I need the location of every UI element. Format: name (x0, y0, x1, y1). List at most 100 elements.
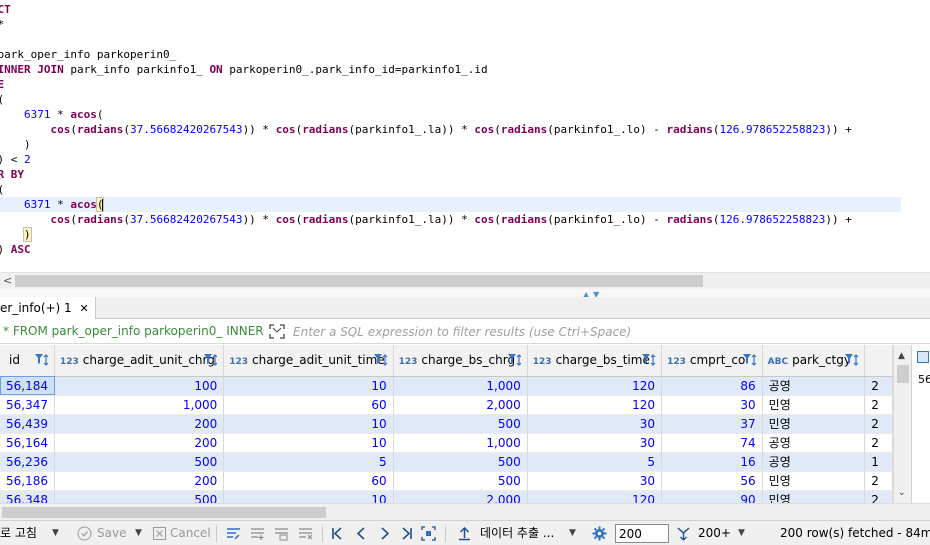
table-row[interactable]: 56,184 100 10 1,000 120 86 공영 2 (0, 376, 893, 396)
sort-filter-icon[interactable] (373, 353, 389, 367)
column-header[interactable]: 123 charge_adit_unit_time (223, 345, 394, 377)
table-cell[interactable]: 1,000 (54, 395, 225, 415)
sql-editor[interactable]: SELECT *FROM park_oper_info parkoperin0_… (0, 0, 930, 272)
sort-filter-icon[interactable] (203, 353, 219, 367)
grid-hscroll-thumb[interactable] (2, 507, 326, 518)
code-line[interactable]: ) (0, 137, 31, 152)
code-line[interactable]: ) (0, 227, 32, 242)
save-button[interactable]: Save (97, 521, 126, 545)
fetch-size-input[interactable] (615, 524, 669, 543)
add-row-icon[interactable] (250, 526, 265, 541)
sort-filter-icon[interactable] (742, 353, 758, 367)
previous-page-icon[interactable] (354, 526, 369, 541)
table-cell[interactable]: 56 (661, 471, 763, 491)
expand-filter-icon[interactable] (268, 323, 286, 340)
table-cell[interactable]: 200 (54, 414, 225, 434)
table-cell[interactable]: 90 (661, 490, 763, 503)
table-row[interactable]: 56,348 500 10 2,000 120 90 민영 2 (0, 490, 893, 503)
fetch-next-icon[interactable] (676, 526, 691, 541)
table-row[interactable]: 56,164 200 10 1,000 30 74 공영 2 (0, 433, 893, 453)
sort-filter-icon[interactable] (507, 353, 523, 367)
refresh-button[interactable]: 로 고침 (0, 521, 37, 545)
table-cell[interactable]: 200 (54, 471, 225, 491)
code-line[interactable]: park_oper_info parkoperin0_ (0, 47, 176, 62)
table-cell[interactable]: 60 (223, 471, 394, 491)
sort-filter-icon[interactable] (34, 353, 50, 367)
table-row[interactable]: 56,236 500 5 500 5 16 공영 1 (0, 452, 893, 472)
column-header[interactable]: 123 charge_bs_time (527, 345, 663, 377)
code-line[interactable]: WHERE (0, 77, 4, 92)
export-data-button[interactable]: 데이터 추출 ... (480, 521, 554, 545)
column-header[interactable] (864, 345, 893, 377)
code-line[interactable]: 6371 * acos( (0, 107, 104, 122)
column-header[interactable]: id (0, 345, 55, 377)
table-cell[interactable]: 5 (527, 452, 663, 472)
table-cell[interactable]: 2 (864, 490, 893, 503)
table-cell[interactable]: 500 (393, 414, 528, 434)
code-line[interactable]: ) < 2 (0, 152, 31, 167)
table-row[interactable]: 56,347 1,000 60 2,000 120 30 민영 2 (0, 395, 893, 415)
table-cell[interactable]: 120 (527, 376, 663, 396)
sort-filter-icon[interactable] (641, 353, 657, 367)
table-cell[interactable]: 2 (864, 471, 893, 491)
table-cell[interactable]: 500 (54, 452, 225, 472)
column-header[interactable]: 123 cmprt_co (661, 345, 763, 377)
code-line[interactable]: ORDER BY (0, 167, 24, 182)
code-line[interactable]: ) ASC (0, 242, 31, 257)
table-cell[interactable]: 10 (223, 490, 394, 503)
table-cell[interactable]: 37 (661, 414, 763, 434)
code-line[interactable]: * (0, 17, 4, 32)
scroll-left-icon[interactable]: < (3, 274, 12, 287)
table-cell[interactable]: 56,348 (0, 490, 55, 503)
last-page-icon[interactable] (399, 526, 414, 541)
table-cell[interactable]: 민영 (762, 395, 866, 415)
table-row[interactable]: 56,186 200 60 500 30 56 민영 2 (0, 471, 893, 491)
table-cell[interactable]: 10 (223, 376, 394, 396)
gear-icon[interactable] (592, 526, 607, 541)
table-cell[interactable]: 2 (864, 433, 893, 453)
table-cell[interactable]: 120 (527, 395, 663, 415)
table-cell[interactable]: 56,184 (0, 376, 55, 396)
table-cell[interactable]: 74 (661, 433, 763, 453)
table-cell[interactable]: 56,164 (0, 433, 55, 453)
fetch-more-button[interactable]: 200+ (698, 521, 731, 545)
table-cell[interactable]: 60 (223, 395, 394, 415)
table-cell[interactable]: 5 (223, 452, 394, 472)
table-cell[interactable]: 공영 (762, 452, 866, 472)
delete-row-icon[interactable] (298, 526, 313, 541)
results-grid[interactable]: id 123 charge_adit_unit_chrg 123 charge_adit… (0, 345, 893, 503)
scroll-down-icon[interactable]: ⌄ (898, 488, 906, 498)
code-line[interactable]: cos(radians(37.56682420267543)) * cos(ra… (0, 122, 851, 137)
export-dropdown-icon[interactable]: ▼ (569, 521, 576, 545)
grid-horizontal-scrollbar[interactable] (0, 503, 930, 520)
export-icon[interactable] (457, 526, 472, 541)
table-cell[interactable]: 200 (54, 433, 225, 453)
value-panel[interactable]: 56 (911, 345, 930, 503)
editor-horizontal-scrollbar[interactable]: < (0, 272, 930, 289)
code-line[interactable]: cos(radians(37.56682420267543)) * cos(ra… (0, 212, 851, 227)
edit-row-icon[interactable] (226, 526, 241, 541)
save-dropdown-icon[interactable]: ▼ (135, 521, 142, 545)
code-line[interactable]: SELECT (0, 2, 11, 17)
table-cell[interactable]: 56,186 (0, 471, 55, 491)
table-cell[interactable]: 30 (527, 471, 663, 491)
column-header[interactable]: 123 charge_bs_chrg (393, 345, 528, 377)
panel-icon[interactable] (917, 351, 929, 363)
table-cell[interactable]: 공영 (762, 433, 866, 453)
grid-vertical-scrollbar[interactable]: ▲ ⌄ (893, 345, 911, 503)
table-cell[interactable]: 2,000 (393, 490, 528, 503)
close-icon[interactable]: ✕ (80, 302, 89, 315)
table-row[interactable]: 56,439 200 10 500 30 37 민영 2 (0, 414, 893, 434)
table-cell[interactable]: 30 (527, 414, 663, 434)
sort-filter-icon[interactable] (844, 353, 860, 367)
table-cell[interactable]: 100 (54, 376, 225, 396)
scroll-up-icon[interactable]: ▲ (898, 351, 905, 361)
tab-results[interactable]: er_info(+) 1 ✕ (0, 297, 96, 319)
table-cell[interactable]: 2 (864, 414, 893, 434)
editor-scroll-thumb[interactable] (15, 275, 703, 287)
table-cell[interactable]: 2 (864, 395, 893, 415)
table-cell[interactable]: 500 (54, 490, 225, 503)
table-cell[interactable]: 500 (393, 452, 528, 472)
table-cell[interactable]: 민영 (762, 414, 866, 434)
table-cell[interactable]: 30 (527, 433, 663, 453)
